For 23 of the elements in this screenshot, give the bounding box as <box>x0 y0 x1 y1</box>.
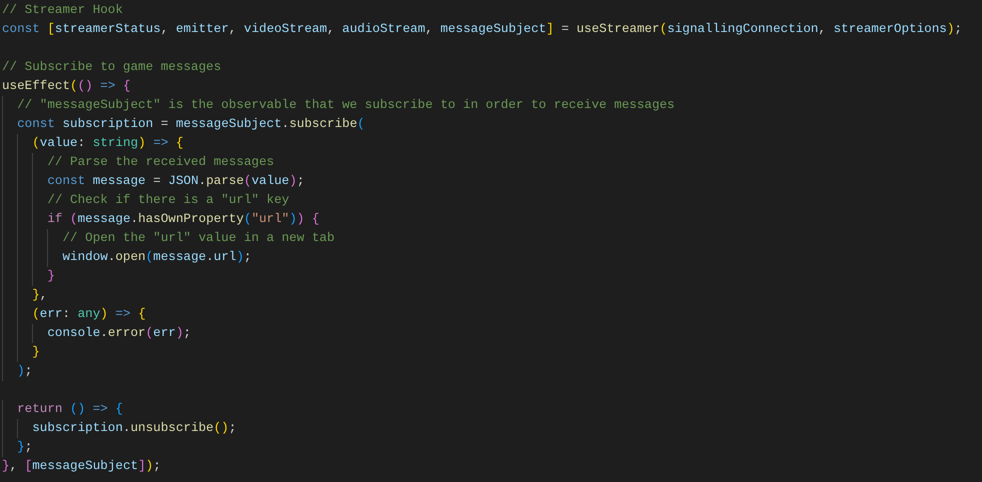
code-line: useEffect(() => { <box>2 79 131 93</box>
code-line: }; <box>16 440 32 454</box>
code-line: }, <box>31 288 48 302</box>
code-line: (value: string) => { <box>31 136 184 150</box>
code-line: if (message.hasOwnProperty("url")) { <box>46 212 320 226</box>
code-line: const subscription = messageSubject.subscribe( <box>16 117 365 131</box>
code-line: }, [messageSubject]); <box>2 459 161 473</box>
code-line: subscription.unsubscribe(); <box>31 421 236 435</box>
code-line: window.open(message.url); <box>61 250 252 264</box>
code-line: } <box>46 269 55 283</box>
code-line: // "messageSubject" is the observable that we subscribe to in order to receive messages <box>16 98 675 112</box>
code-line: // Open the "url" value in a new tab <box>61 231 335 245</box>
code-line: // Streamer Hook <box>2 3 123 17</box>
code-line: // Parse the received messages <box>46 155 274 169</box>
code-line: (err: any) => { <box>31 307 146 321</box>
code-line: const [streamerStatus, emitter, videoStream, audioStream, messageSubject] = useStreamer(signallingConnection, streamerOptions); <box>2 22 962 36</box>
code-line: const message = JSON.parse(value); <box>46 174 304 188</box>
code-line: console.error(err); <box>46 326 191 340</box>
code-line: } <box>31 345 40 359</box>
code-line: // Check if there is a "url" key <box>46 193 290 207</box>
code-line: // Subscribe to game messages <box>2 60 222 74</box>
code-line: ); <box>16 364 32 378</box>
code-line: return () => { <box>16 402 123 416</box>
